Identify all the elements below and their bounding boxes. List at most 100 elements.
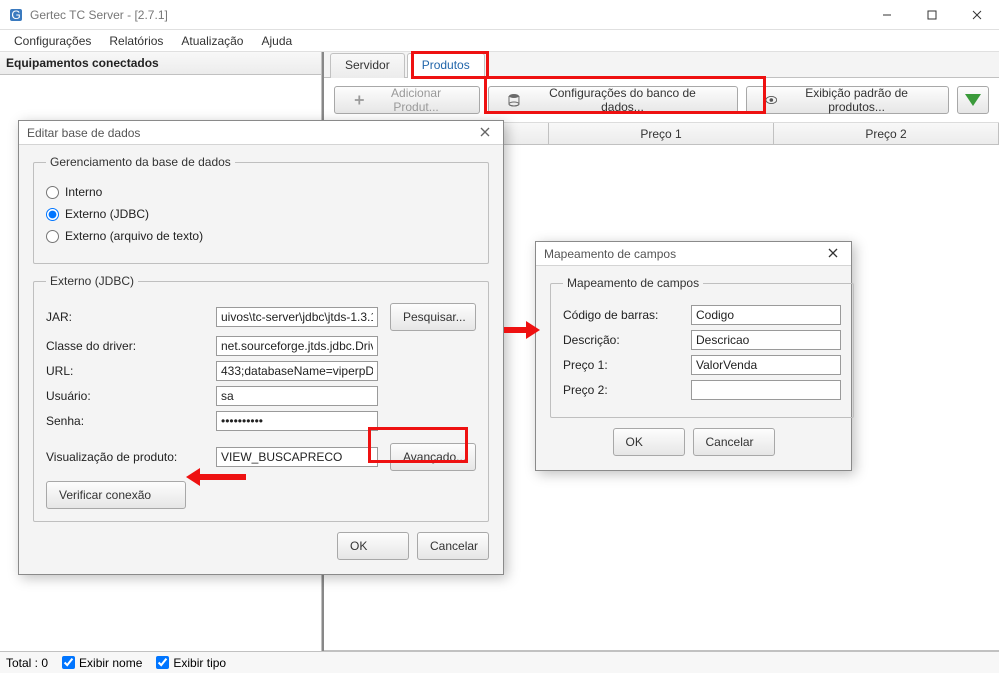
edit-db-title: Editar base de dados (27, 126, 140, 140)
field-mapping-close-button[interactable] (823, 247, 843, 261)
input-desc[interactable] (691, 330, 841, 350)
radio-jdbc[interactable] (46, 208, 59, 221)
lbl-price2: Preço 2: (563, 383, 685, 397)
show-name-checkbox[interactable] (62, 656, 75, 669)
menu-help[interactable]: Ajuda (253, 32, 300, 50)
radio-row-internal[interactable]: Interno (46, 185, 476, 199)
field-mapping-group: Mapeamento de campos Código de barras: D… (550, 276, 854, 418)
radio-jdbc-label: Externo (JDBC) (65, 207, 149, 221)
field-mapping-dialog: Mapeamento de campos Mapeamento de campo… (535, 241, 852, 471)
radio-row-text[interactable]: Externo (arquivo de texto) (46, 229, 476, 243)
field-mapping-titlebar: Mapeamento de campos (536, 242, 851, 266)
col-price1[interactable]: Preço 1 (549, 123, 774, 144)
left-panel-header: Equipamentos conectados (0, 52, 321, 75)
tab-server[interactable]: Servidor (330, 53, 405, 78)
edit-db-buttons: OK Cancelar (33, 532, 489, 560)
add-product-button[interactable]: Adicionar Produt... (334, 86, 480, 114)
statusbar: Total : 0 Exibir nome Exibir tipo (0, 651, 999, 673)
menubar: Configurações Relatórios Atualização Aju… (0, 30, 999, 52)
db-config-button[interactable]: Configurações do banco de dados... (488, 86, 738, 114)
app-icon: G (8, 7, 24, 23)
filter-button[interactable] (957, 86, 989, 114)
products-toolbar: Adicionar Produt... Configurações do ban… (324, 78, 999, 123)
row-price2: Preço 2: (563, 380, 841, 400)
lbl-pass: Senha: (46, 414, 210, 428)
minimize-button[interactable] (864, 0, 909, 30)
advanced-button[interactable]: Avançado... (390, 443, 476, 471)
row-jar: JAR: Pesquisar... (46, 303, 476, 331)
edit-db-titlebar: Editar base de dados (19, 121, 503, 145)
row-url: URL: (46, 361, 476, 381)
filter-icon (965, 94, 981, 106)
row-pass: Senha: (46, 411, 476, 431)
close-button[interactable] (954, 0, 999, 30)
row-user: Usuário: (46, 386, 476, 406)
db-management-legend: Gerenciamento da base de dados (46, 155, 235, 169)
edit-db-body: Gerenciamento da base de dados Interno E… (19, 145, 503, 574)
edit-db-close-button[interactable] (475, 126, 495, 140)
jdbc-legend: Externo (JDBC) (46, 274, 138, 288)
titlebar: G Gertec TC Server - [2.7.1] (0, 0, 999, 30)
add-product-label: Adicionar Produt... (372, 86, 461, 114)
radio-internal-label: Interno (65, 185, 102, 199)
verify-connection-button[interactable]: Verificar conexão (46, 481, 186, 509)
jdbc-group: Externo (JDBC) JAR: Pesquisar... Classe … (33, 274, 489, 522)
default-view-button[interactable]: Exibição padrão de produtos... (746, 86, 950, 114)
input-pass[interactable] (216, 411, 378, 431)
browse-jar-button[interactable]: Pesquisar... (390, 303, 476, 331)
input-barcode[interactable] (691, 305, 841, 325)
lbl-price1: Preço 1: (563, 358, 685, 372)
tabs-bar: Servidor Produtos (324, 52, 999, 78)
eye-icon (765, 93, 778, 107)
input-user[interactable] (216, 386, 378, 406)
radio-internal[interactable] (46, 186, 59, 199)
show-name-label: Exibir nome (79, 656, 142, 670)
menu-config[interactable]: Configurações (6, 32, 99, 50)
edit-db-cancel-button[interactable]: Cancelar (417, 532, 489, 560)
lbl-barcode: Código de barras: (563, 308, 685, 322)
input-jar[interactable] (216, 307, 378, 327)
row-barcode: Código de barras: (563, 305, 841, 325)
row-price1: Preço 1: (563, 355, 841, 375)
input-url[interactable] (216, 361, 378, 381)
edit-db-dialog: Editar base de dados Gerenciamento da ba… (18, 120, 504, 575)
close-icon (480, 127, 490, 137)
default-view-label: Exibição padrão de produtos... (783, 86, 930, 114)
input-price2[interactable] (691, 380, 841, 400)
radio-row-jdbc[interactable]: Externo (JDBC) (46, 207, 476, 221)
show-type-checkbox[interactable] (156, 656, 169, 669)
menu-reports[interactable]: Relatórios (101, 32, 171, 50)
lbl-user: Usuário: (46, 389, 210, 403)
row-desc: Descrição: (563, 330, 841, 350)
input-view[interactable] (216, 447, 378, 467)
lbl-desc: Descrição: (563, 333, 685, 347)
lbl-driver: Classe do driver: (46, 339, 210, 353)
show-type-checkbox-wrap[interactable]: Exibir tipo (156, 656, 226, 670)
input-price1[interactable] (691, 355, 841, 375)
field-mapping-cancel-button[interactable]: Cancelar (693, 428, 775, 456)
arrow-to-mapping (504, 321, 540, 339)
field-mapping-ok-button[interactable]: OK (613, 428, 685, 456)
field-mapping-buttons: OK Cancelar (550, 428, 837, 456)
lbl-jar: JAR: (46, 310, 210, 324)
window-title: Gertec TC Server - [2.7.1] (30, 8, 864, 22)
radio-text[interactable] (46, 230, 59, 243)
db-config-label: Configurações do banco de dados... (526, 86, 718, 114)
plus-icon (353, 93, 366, 107)
close-icon (828, 248, 838, 258)
lbl-view: Visualização de produto: (46, 450, 210, 464)
tab-products[interactable]: Produtos (407, 53, 485, 78)
col-price2[interactable]: Preço 2 (774, 123, 999, 144)
show-name-checkbox-wrap[interactable]: Exibir nome (62, 656, 142, 670)
menu-update[interactable]: Atualização (173, 32, 251, 50)
row-view: Visualização de produto: Avançado... (46, 443, 476, 471)
edit-db-ok-button[interactable]: OK (337, 532, 409, 560)
input-driver[interactable] (216, 336, 378, 356)
show-type-label: Exibir tipo (173, 656, 226, 670)
svg-text:G: G (11, 8, 20, 22)
status-total: Total : 0 (6, 656, 48, 670)
maximize-button[interactable] (909, 0, 954, 30)
arrow-to-verify (186, 468, 246, 486)
db-management-group: Gerenciamento da base de dados Interno E… (33, 155, 489, 264)
radio-text-label: Externo (arquivo de texto) (65, 229, 203, 243)
